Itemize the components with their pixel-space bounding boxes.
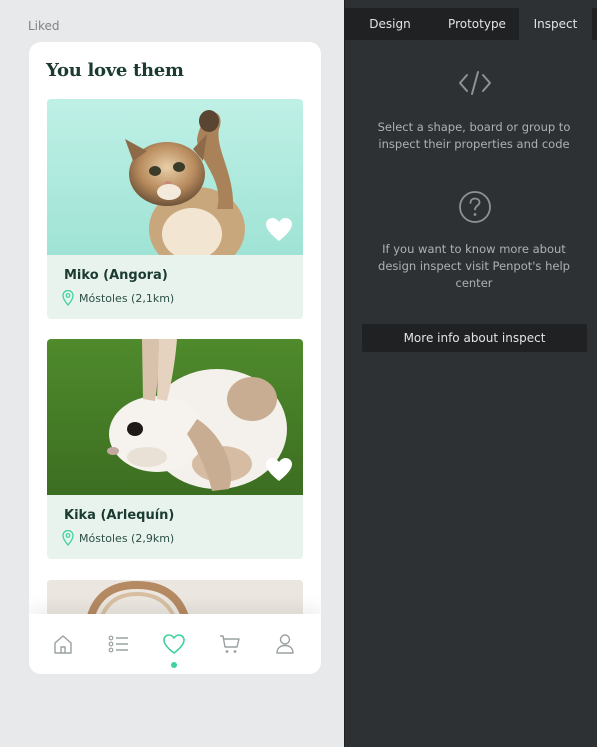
list-icon[interactable] — [107, 632, 131, 656]
pet-location: Móstoles (2,9km) — [62, 530, 174, 546]
pet-location-text: Móstoles (2,1km) — [79, 291, 175, 305]
pet-name: Miko (Angora) — [64, 268, 168, 283]
question-mark-icon — [458, 190, 492, 228]
help-hint-text: If you want to know more about design in… — [378, 242, 570, 290]
pet-card[interactable]: Kika (Arlequín) Móstoles (2,9km) — [47, 339, 303, 559]
pet-location: Móstoles (2,1km) — [62, 290, 174, 306]
home-icon[interactable] — [51, 632, 75, 656]
heart-icon[interactable] — [162, 632, 186, 656]
board-label[interactable]: Liked — [28, 19, 60, 33]
favorite-heart-icon[interactable] — [265, 217, 293, 243]
code-icon — [458, 70, 492, 100]
page-title: You love them — [46, 60, 184, 81]
pet-card[interactable]: Miko (Angora) Móstoles (2,1km) — [47, 99, 303, 319]
map-pin-icon — [62, 530, 74, 546]
user-icon[interactable] — [273, 632, 297, 656]
favorite-heart-icon[interactable] — [265, 457, 293, 483]
map-pin-icon — [62, 290, 74, 306]
right-sidebar: Design Prototype Inspect Select a shape,… — [344, 0, 597, 747]
active-tab-indicator — [171, 662, 177, 668]
more-info-button[interactable]: More info about inspect — [362, 324, 587, 352]
design-canvas[interactable]: Liked You love them Miko (Angora) Móstol… — [0, 0, 344, 747]
panel-tabs: Design Prototype Inspect — [345, 8, 597, 40]
pet-name: Kika (Arlequín) — [64, 508, 175, 523]
phone-board[interactable]: You love them Miko (Angora) Móstoles (2,… — [29, 42, 321, 674]
pet-location-text: Móstoles (2,9km) — [79, 531, 175, 545]
tab-prototype[interactable]: Prototype — [435, 8, 519, 40]
pet-photo-kitten — [47, 99, 303, 255]
pet-photo-rabbit — [47, 339, 303, 495]
inspect-hint-text: Select a shape, board or group to inspec… — [377, 120, 571, 151]
bottom-tab-bar — [29, 614, 321, 674]
tab-design[interactable]: Design — [345, 8, 435, 40]
tab-inspect[interactable]: Inspect — [519, 8, 592, 40]
cart-icon[interactable] — [218, 632, 242, 656]
